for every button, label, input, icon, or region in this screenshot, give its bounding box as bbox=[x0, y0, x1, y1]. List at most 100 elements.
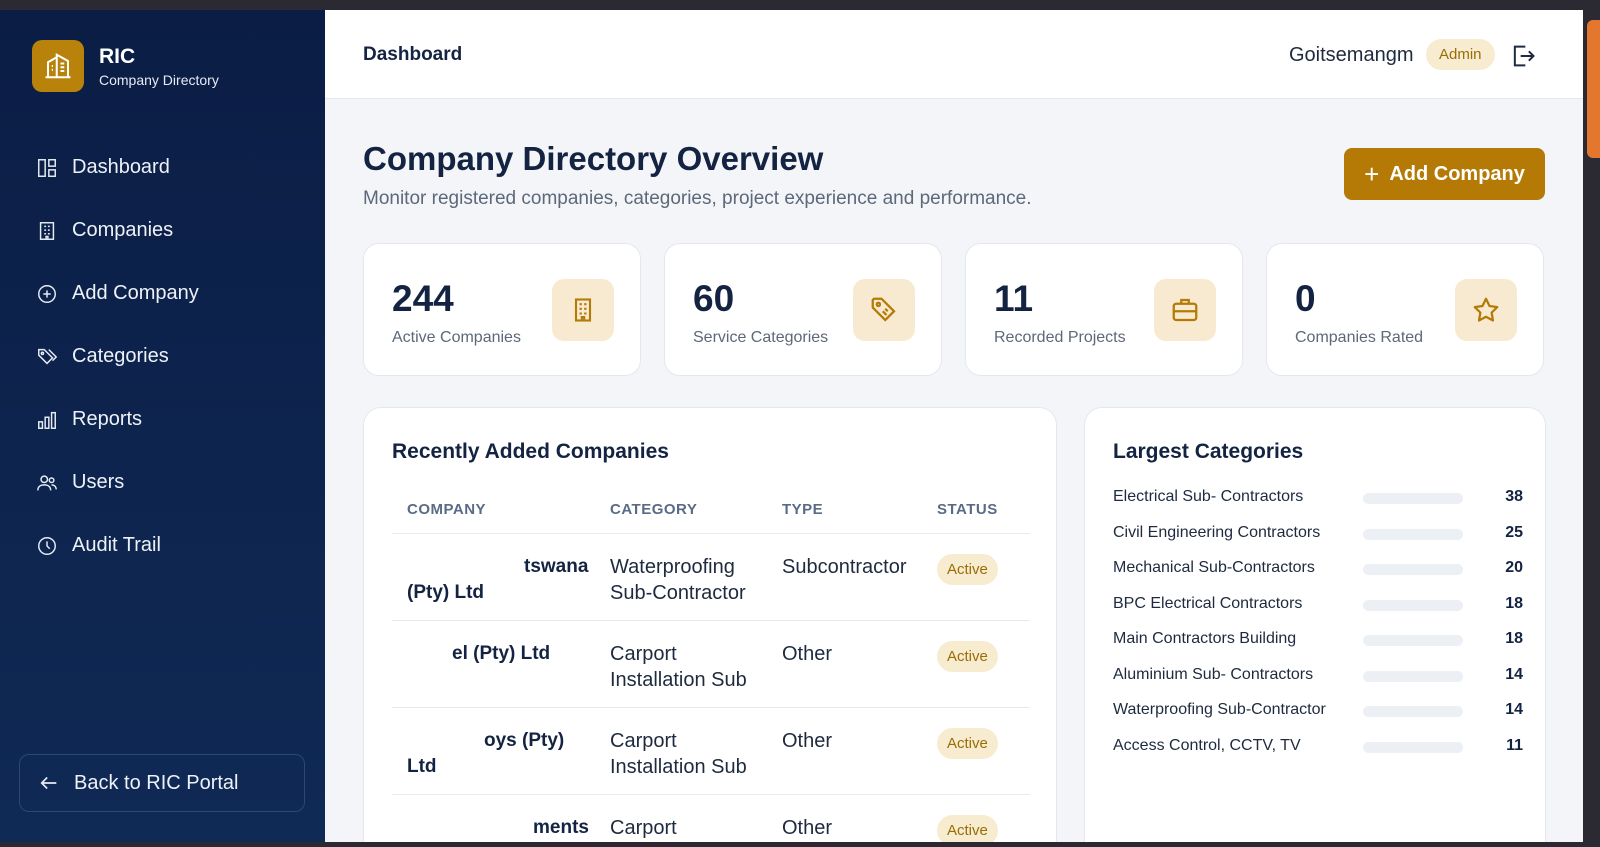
list-item[interactable]: Electrical Sub- Contractors 38 bbox=[1113, 488, 1523, 524]
category-cell: Carport bbox=[610, 815, 782, 842]
largest-categories-card: Largest Categories Electrical Sub- Contr… bbox=[1084, 407, 1546, 842]
clock-icon bbox=[36, 535, 58, 557]
list-item[interactable]: Access Control, CCTV, TV 11 bbox=[1113, 737, 1523, 773]
stat-value: 0 bbox=[1295, 278, 1316, 319]
company-name-line: ments bbox=[533, 817, 589, 838]
list-item[interactable]: Main Contractors Building 18 bbox=[1113, 630, 1523, 666]
column-header[interactable]: COMPANY bbox=[392, 501, 610, 518]
plus-circle-icon bbox=[36, 283, 58, 305]
column-header[interactable]: CATEGORY bbox=[610, 501, 782, 518]
type-cell: Subcontractor bbox=[782, 556, 907, 578]
column-header[interactable]: STATUS bbox=[937, 501, 1030, 518]
list-item[interactable]: BPC Electrical Contractors 18 bbox=[1113, 595, 1523, 631]
category-bar bbox=[1363, 528, 1463, 540]
sidebar-item-label: Users bbox=[72, 471, 125, 493]
recent-companies-card: Recently Added Companies COMPANY CATEGOR… bbox=[363, 407, 1057, 842]
stat-card-recorded-projects: 11 Recorded Projects bbox=[965, 243, 1243, 376]
sidebar: RIC Company Directory Dashboard Companie… bbox=[0, 10, 325, 842]
brand-title: RIC bbox=[99, 45, 136, 68]
plus-icon: + bbox=[1364, 159, 1380, 189]
sidebar-item-add-company[interactable]: Add Company bbox=[0, 262, 325, 325]
building-icon bbox=[552, 279, 614, 341]
star-icon bbox=[1455, 279, 1517, 341]
bar-chart-icon bbox=[36, 409, 58, 431]
company-name-line: (Pty) Ltd bbox=[407, 582, 485, 603]
category-name: Civil Engineering Contractors bbox=[1113, 523, 1321, 541]
category-name: Mechanical Sub-Contractors bbox=[1113, 559, 1315, 576]
list-item[interactable]: Mechanical Sub-Contractors 20 bbox=[1113, 559, 1523, 595]
add-company-label: Add Company bbox=[1389, 162, 1525, 185]
category-bar bbox=[1363, 670, 1463, 682]
building-logo-icon bbox=[32, 40, 84, 92]
sidebar-item-users[interactable]: Users bbox=[0, 451, 325, 514]
category-name: Main Contractors Building bbox=[1113, 630, 1297, 647]
company-cell: ments bbox=[392, 815, 610, 842]
category-name: Waterproofing Sub-Contractor bbox=[1113, 701, 1326, 718]
category-count: 14 bbox=[1505, 701, 1523, 718]
stat-card-companies-rated: 0 Companies Rated bbox=[1266, 243, 1544, 376]
category-line: Installation Sub bbox=[610, 756, 747, 778]
page-title: Company Directory Overview bbox=[363, 140, 824, 177]
sidebar-item-label: Categories bbox=[72, 345, 169, 367]
app-window: RIC Company Directory Dashboard Companie… bbox=[0, 10, 1583, 842]
arrow-left-icon bbox=[38, 772, 60, 794]
table-row[interactable]: ments Carport Other Active bbox=[392, 795, 1030, 842]
tags-icon bbox=[36, 346, 58, 368]
sidebar-item-categories[interactable]: Categories bbox=[0, 325, 325, 388]
user-name: Goitsemangm bbox=[1289, 44, 1414, 66]
back-to-portal-button[interactable]: Back to RIC Portal bbox=[19, 754, 305, 812]
column-header[interactable]: TYPE bbox=[782, 501, 937, 518]
briefcase-icon bbox=[1154, 279, 1216, 341]
stat-label: Service Categories bbox=[693, 329, 829, 346]
sidebar-item-audit-trail[interactable]: Audit Trail bbox=[0, 514, 325, 577]
stat-label: Recorded Projects bbox=[994, 329, 1126, 346]
type-cell: Other bbox=[782, 643, 833, 665]
sidebar-item-label: Dashboard bbox=[72, 156, 170, 178]
category-line: Carport bbox=[610, 817, 677, 839]
category-cell: Carport Installation Sub bbox=[610, 728, 782, 794]
add-company-button[interactable]: + Add Company bbox=[1344, 148, 1545, 200]
stat-value: 60 bbox=[693, 278, 735, 319]
sidebar-item-reports[interactable]: Reports bbox=[0, 388, 325, 451]
category-name: Aluminium Sub- Contractors bbox=[1113, 665, 1314, 683]
table-row[interactable]: el (Pty) Ltd Carport Installation Sub Ot… bbox=[392, 621, 1030, 708]
category-line: Carport bbox=[610, 643, 677, 665]
category-line: Waterproofing bbox=[610, 556, 735, 578]
table-header: COMPANY CATEGORY TYPE STATUS bbox=[392, 486, 1030, 534]
category-name: Access Control, CCTV, TV bbox=[1113, 736, 1301, 754]
sidebar-item-companies[interactable]: Companies bbox=[0, 199, 325, 262]
category-count: 11 bbox=[1506, 736, 1523, 754]
sidebar-item-dashboard[interactable]: Dashboard bbox=[0, 136, 325, 199]
sidebar-item-label: Reports bbox=[72, 408, 143, 430]
type-cell: Other bbox=[782, 730, 833, 752]
table-row[interactable]: oys (Pty) Ltd Carport Installation Sub O… bbox=[392, 708, 1030, 795]
category-bar bbox=[1363, 741, 1463, 753]
stat-label: Active Companies bbox=[392, 329, 521, 346]
status-cell: Active bbox=[937, 641, 1030, 707]
category-name: Electrical Sub- Contractors bbox=[1113, 488, 1304, 505]
category-cell: Carport Installation Sub bbox=[610, 641, 782, 707]
tag-icon bbox=[853, 279, 915, 341]
category-count: 18 bbox=[1505, 594, 1523, 612]
top-header: Dashboard Goitsemangm Admin bbox=[325, 10, 1583, 99]
stat-card-service-categories: 60 Service Categories bbox=[664, 243, 942, 376]
company-cell: el (Pty) Ltd bbox=[392, 641, 610, 707]
stat-value: 244 bbox=[392, 278, 454, 319]
status-cell: Active bbox=[937, 815, 1030, 842]
category-bar bbox=[1363, 599, 1463, 611]
list-item[interactable]: Civil Engineering Contractors 25 bbox=[1113, 524, 1523, 560]
category-line: Carport bbox=[610, 730, 677, 752]
category-count: 25 bbox=[1505, 523, 1523, 541]
table-row[interactable]: tswana (Pty) Ltd Waterproofing Sub-Contr… bbox=[392, 534, 1030, 621]
brand[interactable]: RIC Company Directory bbox=[32, 40, 219, 92]
logout-icon[interactable] bbox=[1509, 42, 1537, 70]
list-item[interactable]: Aluminium Sub- Contractors 14 bbox=[1113, 666, 1523, 702]
sidebar-item-label: Audit Trail bbox=[72, 534, 161, 556]
company-cell: oys (Pty) Ltd bbox=[392, 728, 610, 794]
list-item[interactable]: Waterproofing Sub-Contractor 14 bbox=[1113, 701, 1523, 737]
header-title: Dashboard bbox=[363, 44, 463, 65]
category-count: 14 bbox=[1505, 665, 1523, 683]
back-label: Back to RIC Portal bbox=[74, 771, 239, 794]
company-name-line: el (Pty) Ltd bbox=[452, 643, 551, 664]
category-cell: Waterproofing Sub-Contractor bbox=[610, 554, 782, 620]
